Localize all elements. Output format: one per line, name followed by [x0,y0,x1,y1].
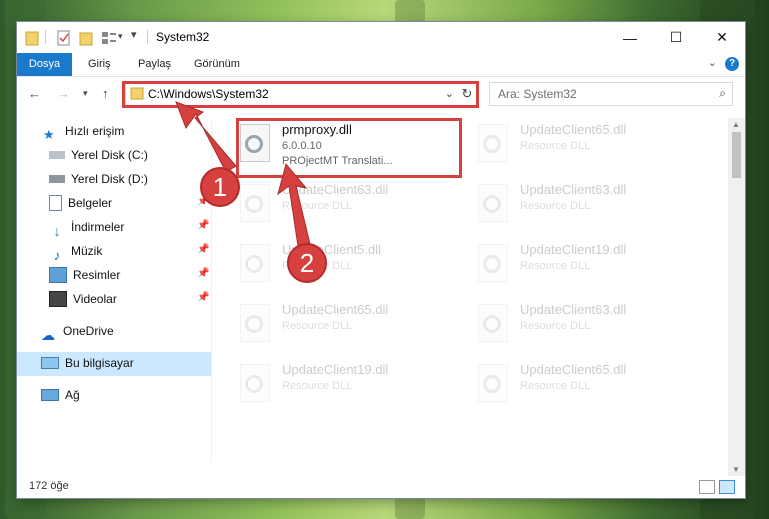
arrow-one-icon [175,101,237,173]
annotation-arrows [175,101,311,247]
step-marker-1: 1 [200,167,240,207]
arrow-two-icon [277,162,311,247]
step-marker-2: 2 [287,243,327,283]
